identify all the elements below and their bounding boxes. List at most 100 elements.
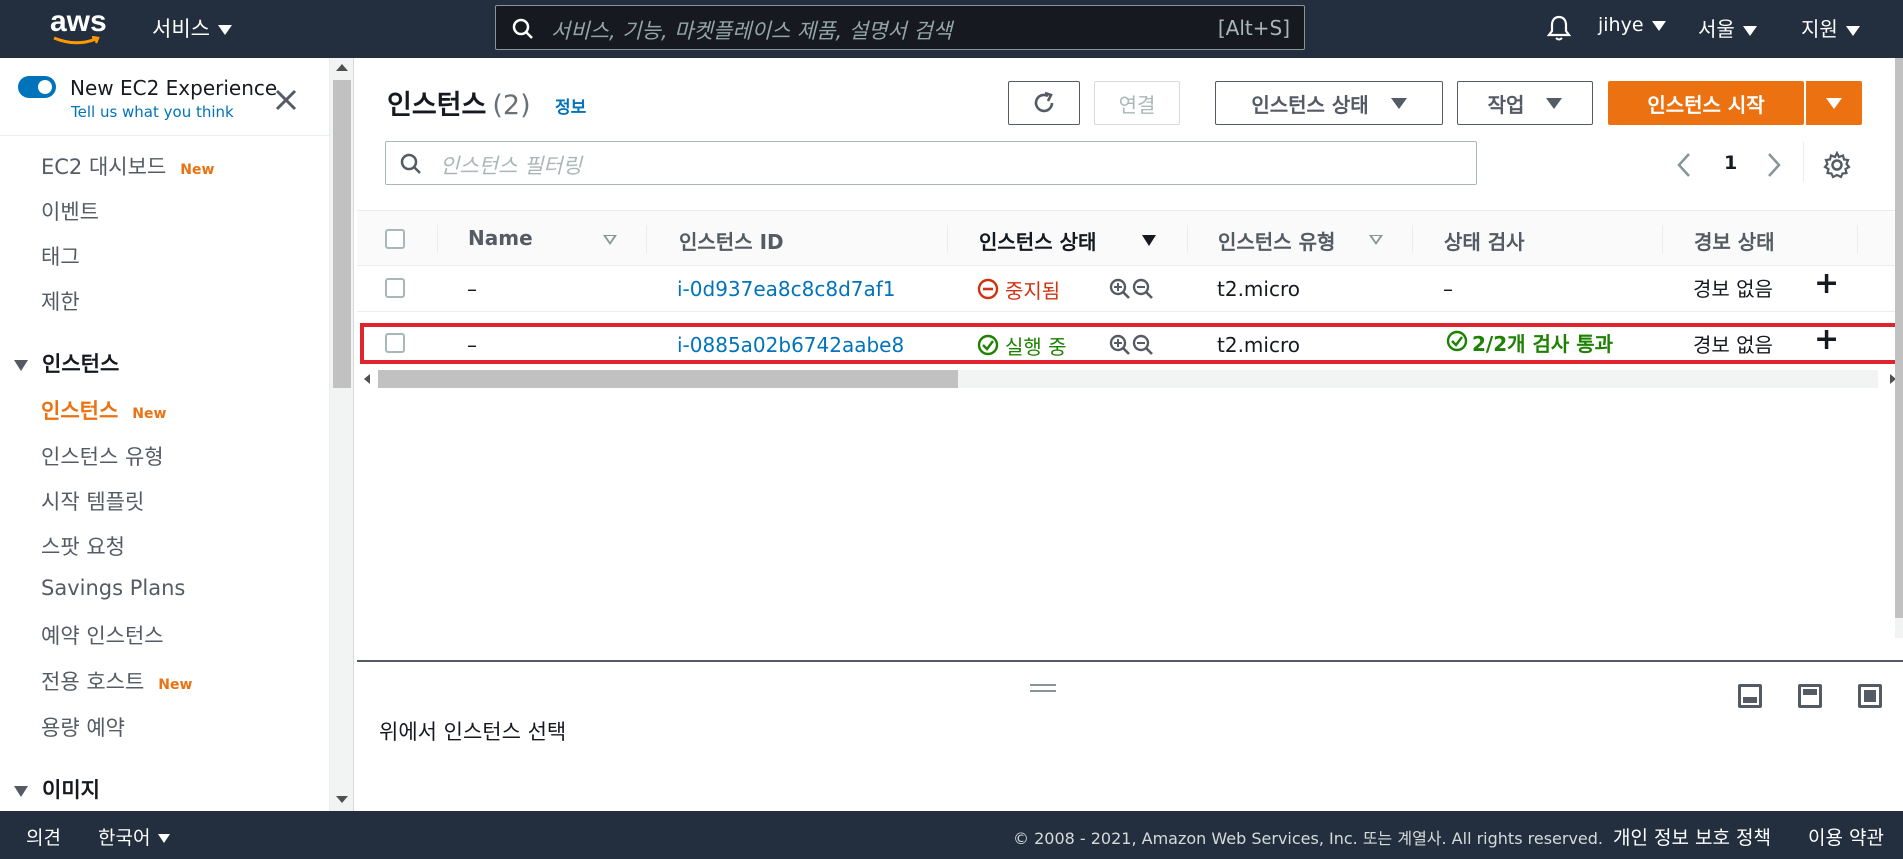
column-instance-state[interactable]: 인스턴스 상태 (979, 226, 1096, 255)
sidebar-item-savings-plans[interactable]: Savings Plans (41, 576, 185, 600)
footer: 의견 한국어 © 2008 - 2021, Amazon Web Service… (0, 811, 1903, 859)
resize-handle-icon[interactable] (1030, 684, 1056, 692)
column-divider (437, 225, 438, 253)
scrollbar-thumb[interactable] (333, 80, 351, 388)
page-number[interactable]: 1 (1724, 152, 1737, 174)
zoom-in-icon[interactable] (1109, 278, 1131, 300)
sidebar-item-label: 인스턴스 (41, 399, 119, 423)
close-icon[interactable] (274, 88, 298, 112)
language-selector[interactable]: 한국어 (98, 823, 171, 850)
sidebar-item-capacity-reservations[interactable]: 용량 예약 (41, 712, 125, 742)
user-menu[interactable]: jihye (1598, 14, 1666, 36)
column-alarm-status[interactable]: 경보 상태 (1694, 226, 1775, 255)
services-menu[interactable]: 서비스 (152, 13, 232, 43)
sidebar-item-events[interactable]: 이벤트 (41, 196, 99, 226)
feedback-link[interactable]: Tell us what you think (71, 103, 234, 121)
connect-button[interactable]: 연결 (1094, 81, 1180, 125)
privacy-link[interactable]: 개인 정보 보호 정책 (1613, 823, 1771, 850)
new-experience-toggle[interactable] (18, 76, 56, 98)
sidebar-scrollbar[interactable] (330, 58, 354, 811)
gear-icon[interactable] (1823, 151, 1851, 179)
sidebar-item-instances[interactable]: 인스턴스 New (41, 395, 166, 425)
zoom-in-icon[interactable] (1109, 334, 1131, 356)
global-search-input[interactable]: 서비스, 기능, 마켓플레이스 제품, 설명서 검색 [Alt+S] (495, 5, 1305, 50)
aws-logo[interactable]: aws (50, 7, 110, 48)
table-horizontal-scrollbar[interactable] (362, 369, 1898, 389)
pane-bottom-icon[interactable] (1738, 684, 1762, 708)
refresh-button[interactable] (1008, 81, 1080, 125)
sidebar-item-limits[interactable]: 제한 (41, 286, 80, 316)
main-vertical-scrollbar[interactable] (1895, 58, 1903, 638)
actions-button[interactable]: 작업 (1457, 81, 1593, 125)
launch-instance-button[interactable]: 인스턴스 시작 (1608, 81, 1804, 125)
feedback-link[interactable]: 의견 (26, 823, 61, 850)
sidebar-item-dedicated-hosts[interactable]: 전용 호스트 New (41, 666, 192, 696)
table-row[interactable]: – i-0d937ea8c8c8d7af1 중지됨 t2.micro – 경보 … (357, 266, 1903, 312)
pane-split-icon[interactable] (1798, 684, 1822, 708)
stop-circle-icon (977, 278, 999, 300)
caret-down-icon (14, 785, 28, 797)
sidebar-item-tags[interactable]: 태그 (41, 241, 80, 271)
sidebar-section-images[interactable]: 이미지 (14, 774, 100, 804)
select-all-checkbox[interactable] (385, 229, 405, 249)
scrollbar-thumb[interactable] (1895, 58, 1903, 618)
column-status-check[interactable]: 상태 검사 (1444, 226, 1525, 255)
check-circle-icon (977, 334, 999, 356)
aws-smile-icon (53, 36, 100, 45)
add-alarm-icon[interactable]: + (1814, 266, 1839, 301)
zoom-out-icon[interactable] (1132, 278, 1154, 300)
instance-id-link[interactable]: i-0885a02b6742aabe8 (677, 333, 904, 357)
region-menu[interactable]: 서울 (1698, 13, 1757, 42)
scrollbar-thumb[interactable] (378, 370, 958, 388)
row-checkbox[interactable] (385, 333, 405, 353)
launch-dropdown-button[interactable] (1805, 81, 1862, 125)
top-navigation: aws 서비스 서비스, 기능, 마켓플레이스 제품, 설명서 검색 [Alt+… (0, 0, 1903, 58)
sidebar-item-ec2-dashboard[interactable]: EC2 대시보드 New (41, 151, 214, 181)
caret-down-icon (1651, 20, 1666, 31)
copyright: © 2008 - 2021, Amazon Web Services, Inc.… (1013, 829, 1604, 848)
zoom-out-icon[interactable] (1132, 334, 1154, 356)
support-menu[interactable]: 지원 (1801, 13, 1860, 42)
scroll-down-icon[interactable] (336, 796, 348, 803)
sidebar-item-reserved-instances[interactable]: 예약 인스턴스 (41, 620, 164, 650)
sidebar-section-instances[interactable]: 인스턴스 (14, 348, 119, 378)
sidebar-item-launch-templates[interactable]: 시작 템플릿 (41, 486, 144, 516)
bell-icon[interactable] (1546, 14, 1572, 42)
sort-desc-icon[interactable] (1142, 235, 1156, 246)
page-title-text: 인스턴스 (387, 90, 487, 121)
add-alarm-icon[interactable]: + (1814, 322, 1839, 357)
sort-icon[interactable] (1369, 235, 1383, 245)
row-checkbox[interactable] (385, 278, 405, 298)
table-row-selected[interactable]: – i-0885a02b6742aabe8 실행 중 t2.micro 2/2개… (360, 322, 1900, 364)
sort-icon[interactable] (603, 235, 617, 245)
terms-link[interactable]: 이용 약관 (1808, 823, 1884, 850)
sidebar-item-instance-types[interactable]: 인스턴스 유형 (41, 441, 164, 471)
column-name[interactable]: Name (468, 226, 533, 250)
scroll-left-icon[interactable] (364, 374, 370, 384)
scroll-up-icon[interactable] (336, 64, 348, 71)
sidebar-item-spot-requests[interactable]: 스팟 요청 (41, 531, 125, 561)
caret-down-icon (1845, 25, 1860, 36)
chevron-right-icon[interactable] (1765, 152, 1783, 178)
user-name: jihye (1598, 14, 1644, 36)
search-icon (512, 18, 533, 39)
chevron-left-icon[interactable] (1675, 152, 1693, 178)
column-divider (1857, 225, 1858, 253)
pane-fill (1743, 697, 1757, 703)
instance-state-button[interactable]: 인스턴스 상태 (1215, 81, 1443, 125)
sidebar-item-label: 태그 (41, 245, 80, 269)
column-instance-id[interactable]: 인스턴스 ID (679, 226, 784, 255)
cell-name: – (467, 277, 477, 301)
column-instance-type[interactable]: 인스턴스 유형 (1218, 226, 1335, 255)
check-circle-icon (1446, 330, 1468, 352)
pane-fill (1803, 689, 1817, 695)
sidebar-item-label: 용량 예약 (41, 716, 125, 740)
instance-filter-input[interactable]: 인스턴스 필터링 (385, 141, 1477, 185)
sidebar: New EC2 Experience Tell us what you thin… (0, 58, 330, 811)
info-link[interactable]: 정보 (555, 93, 586, 118)
status-check: 2/2개 검사 통과 (1472, 332, 1614, 356)
column-divider (1662, 225, 1663, 253)
instance-id-link[interactable]: i-0d937ea8c8c8d7af1 (677, 277, 896, 301)
divider (1803, 142, 1804, 182)
pane-full-icon[interactable] (1858, 684, 1882, 708)
